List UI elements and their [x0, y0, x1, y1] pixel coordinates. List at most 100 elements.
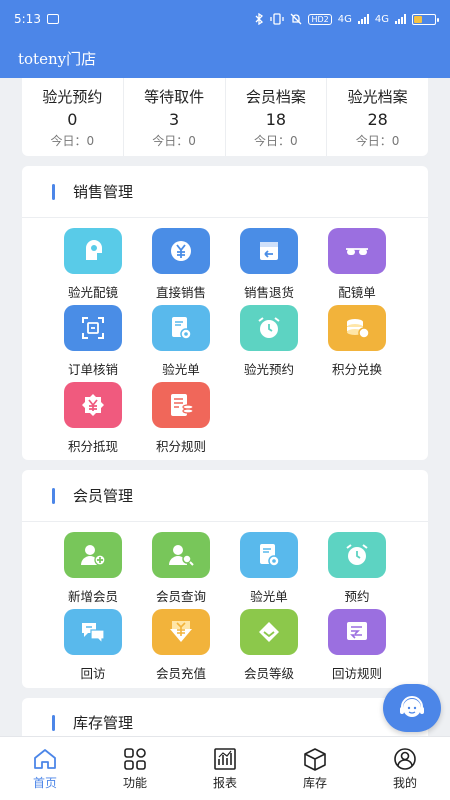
menu-item-label: 预约: [344, 589, 370, 604]
bluetooth-icon: [256, 13, 264, 25]
alarm-clock-icon: [240, 305, 298, 351]
menu-item-label: 积分抵现: [67, 439, 118, 454]
box-icon: [304, 747, 326, 771]
stat-member-records[interactable]: 会员档案 18 今日：0: [226, 78, 328, 156]
section-header: 销售管理: [22, 166, 428, 218]
tab-label: 库存: [302, 775, 327, 790]
status-time: 5:13: [14, 12, 41, 26]
stats-card: 验光预约 0 今日：0 等待取件 3 今日：0 会员档案 18 今日：0 验光档…: [22, 78, 428, 156]
menu-item-follow-up[interactable]: 回访: [49, 609, 137, 684]
stat-today: 今日：0: [152, 133, 196, 148]
stat-awaiting-pickup[interactable]: 等待取件 3 今日：0: [124, 78, 226, 156]
tab-home[interactable]: 首页: [0, 737, 90, 800]
home-icon: [34, 748, 56, 769]
network-badge: HD2: [308, 13, 332, 25]
stat-label: 会员档案: [245, 87, 306, 106]
stat-label: 等待取件: [144, 87, 205, 106]
section-title: 会员管理: [73, 487, 134, 505]
yen-download-icon: [152, 609, 210, 655]
menu-item-sales-return[interactable]: 销售退货: [225, 228, 313, 303]
tab-label: 报表: [212, 775, 237, 790]
notification-icon: [46, 14, 59, 24]
tab-reports[interactable]: 报表: [180, 737, 270, 800]
stat-value: 3: [169, 109, 180, 129]
menu-item-label: 配镜单: [338, 285, 376, 300]
stat-optometry-records[interactable]: 验光档案 28 今日：0: [327, 78, 428, 156]
menu-item-label: 新增会员: [67, 589, 118, 604]
menu-item-optometry-appointment[interactable]: 验光预约: [225, 305, 313, 380]
tab-label: 功能: [122, 775, 147, 790]
menu-item-label: 验光预约: [243, 362, 294, 377]
stat-optometry-appointments[interactable]: 验光预约 0 今日：0: [22, 78, 124, 156]
menu-item-label: 会员查询: [155, 589, 206, 604]
menu-item-follow-up-rules[interactable]: 回访规则: [313, 609, 401, 684]
menu-item-label: 回访规则: [331, 666, 382, 681]
menu-item-label: 销售退货: [243, 285, 294, 300]
app-header: toteny门店: [0, 38, 450, 78]
scan-frame-icon: [64, 305, 122, 351]
bottom-tab-bar: 首页 功能 报表 库存 我的: [0, 736, 450, 800]
member-management-section: 会员管理 新增会员 会员查询 验光单 预约 回访 会员充值 会员等级 回访规则: [22, 470, 428, 688]
sales-grid: 验光配镜 直接销售 销售退货 配镜单 订单核销 验光单 验光预约 积分兑换 积分…: [22, 218, 428, 457]
menu-item-member-recharge[interactable]: 会员充值: [137, 609, 225, 684]
vibrate-icon: [270, 13, 285, 25]
signal-icon-2: [395, 14, 406, 24]
menu-item-label: 会员等级: [243, 666, 294, 681]
glasses-icon: [328, 228, 386, 274]
yen-coin-icon: [152, 228, 210, 274]
section-accent-bar: [52, 487, 55, 504]
return-box-icon: [240, 228, 298, 274]
report-icon: [214, 747, 236, 770]
tab-label: 首页: [32, 775, 57, 790]
members-grid: 新增会员 会员查询 验光单 预约 回访 会员充值 会员等级 回访规则: [22, 522, 428, 684]
stat-today: 今日：0: [355, 133, 400, 148]
tab-label: 我的: [392, 775, 417, 790]
menu-item-label: 订单核销: [67, 362, 118, 377]
alarm-clock-icon: [328, 532, 386, 578]
stat-value: 18: [265, 109, 287, 129]
tab-profile[interactable]: 我的: [360, 737, 450, 800]
headset-icon: [400, 696, 424, 717]
status-time-group: 5:13: [14, 12, 59, 26]
add-user-icon: [64, 532, 122, 578]
signal-icon: [357, 14, 369, 24]
menu-item-order-verification[interactable]: 订单核销: [49, 305, 137, 380]
grid-icon: [124, 747, 146, 770]
stat-label: 验光档案: [347, 87, 408, 106]
section-header: 会员管理: [22, 470, 428, 522]
menu-item-label: 验光单: [162, 362, 200, 377]
menu-item-points-exchange[interactable]: 积分兑换: [313, 305, 401, 380]
coin-stack-icon: [328, 305, 386, 351]
menu-item-points-rules[interactable]: 积分规则: [137, 382, 225, 457]
search-user-icon: [152, 532, 210, 578]
menu-item-member-search[interactable]: 会员查询: [137, 532, 225, 607]
stat-today: 今日：0: [254, 133, 298, 148]
menu-item-add-member[interactable]: 新增会员: [49, 532, 137, 607]
stat-label: 验光预约: [42, 87, 103, 106]
tab-functions[interactable]: 功能: [90, 737, 180, 800]
section-accent-bar: [52, 183, 55, 200]
stat-today: 今日：0: [50, 133, 95, 148]
menu-item-points-cashback[interactable]: 积分抵现: [49, 382, 137, 457]
menu-item-direct-sale[interactable]: 直接销售: [137, 228, 225, 303]
customer-service-button[interactable]: [383, 684, 441, 732]
menu-item-optometry-glasses[interactable]: 验光配镜: [49, 228, 137, 303]
mute-icon: [291, 13, 302, 25]
menu-item-optometry-sheet[interactable]: 验光单: [137, 305, 225, 380]
menu-item-label: 积分规则: [155, 439, 206, 454]
user-icon: [394, 747, 416, 770]
eye-document-icon: [240, 532, 298, 578]
tab-inventory[interactable]: 库存: [270, 737, 360, 800]
chat-bubbles-icon: [64, 609, 122, 655]
sales-management-section: 销售管理 验光配镜 直接销售 销售退货 配镜单 订单核销 验光单 验光预约 积分…: [22, 166, 428, 460]
menu-item-label: 验光单: [250, 589, 288, 604]
section-accent-bar: [52, 714, 55, 731]
menu-item-member-optometry-sheet[interactable]: 验光单: [225, 532, 313, 607]
store-title: toteny门店: [18, 49, 97, 68]
menu-item-member-level[interactable]: 会员等级: [225, 609, 313, 684]
rules-chat-icon: [328, 609, 386, 655]
rules-document-icon: [152, 382, 210, 428]
menu-item-appointment[interactable]: 预约: [313, 532, 401, 607]
menu-item-glasses-order[interactable]: 配镜单: [313, 228, 401, 303]
diamond-icon: [240, 609, 298, 655]
